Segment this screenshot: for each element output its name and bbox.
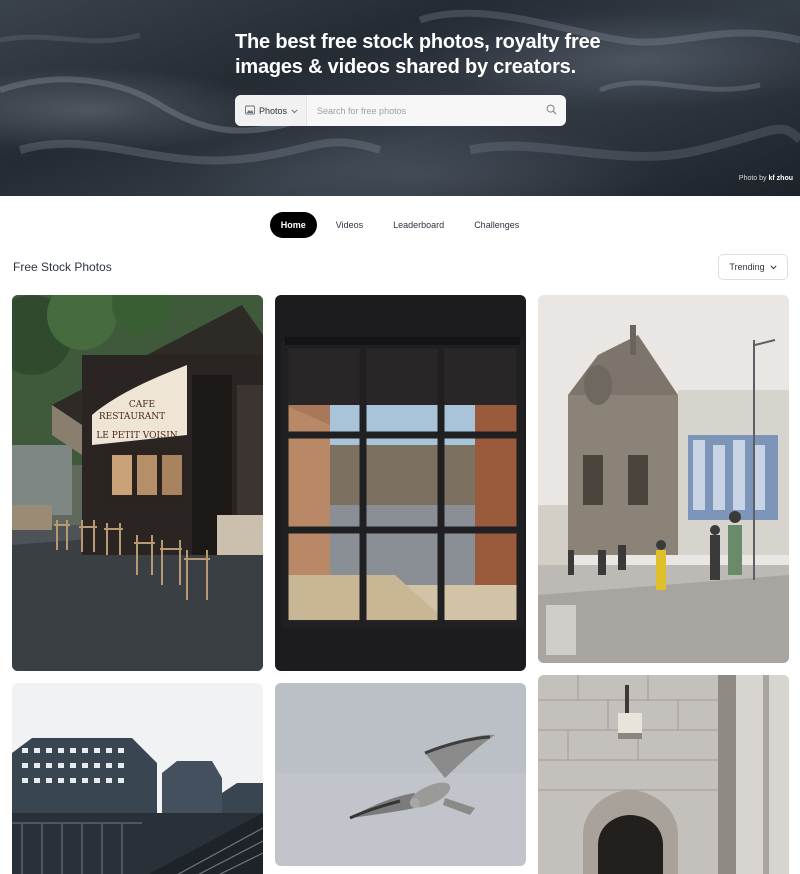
search-button[interactable] bbox=[536, 95, 566, 126]
hero-title: The best free stock photos, royalty free… bbox=[235, 30, 601, 80]
photo-modern-buildings[interactable] bbox=[12, 683, 263, 874]
search-bar: Photos bbox=[235, 95, 566, 126]
search-icon bbox=[546, 102, 557, 120]
cafe-sign-line-2: RESTAURANT bbox=[99, 412, 165, 422]
photo-church-square[interactable] bbox=[538, 295, 789, 663]
tab-videos[interactable]: Videos bbox=[325, 212, 374, 238]
hero-banner: The best free stock photos, royalty free… bbox=[0, 0, 800, 196]
photo-credit: Photo by kf zhou bbox=[739, 175, 793, 182]
photo-window-colosseum[interactable] bbox=[275, 295, 526, 671]
tab-home[interactable]: Home bbox=[269, 212, 317, 238]
tab-leaderboard[interactable]: Leaderboard bbox=[382, 212, 455, 238]
photo-cafe-terrace[interactable]: CAFE RESTAURANT LE PETIT VOISIN bbox=[12, 295, 263, 671]
photo-stone-doorway[interactable] bbox=[538, 675, 789, 874]
sort-label: Trending bbox=[729, 262, 765, 272]
section-title: Free Stock Photos bbox=[13, 260, 112, 274]
photo-credit-author[interactable]: kf zhou bbox=[769, 175, 794, 182]
search-type-label: Photos bbox=[259, 105, 288, 116]
sort-dropdown[interactable]: Trending bbox=[718, 254, 788, 280]
image-icon bbox=[245, 105, 255, 117]
tab-challenges[interactable]: Challenges bbox=[463, 212, 530, 238]
photo-credit-prefix: Photo by bbox=[738, 175, 767, 182]
search-input[interactable] bbox=[307, 95, 536, 126]
cafe-sign-line-1: CAFE bbox=[129, 400, 155, 410]
hero-title-line-2: images & videos shared by creators. bbox=[235, 56, 576, 78]
cafe-sign-line-3: LE PETIT VOISIN bbox=[96, 431, 177, 441]
photo-bird-flight[interactable] bbox=[275, 683, 526, 866]
chevron-down-icon bbox=[770, 262, 777, 272]
main-nav-tabs: Home Videos Leaderboard Challenges bbox=[0, 212, 800, 238]
hero-title-line-1: The best free stock photos, royalty free bbox=[235, 31, 601, 53]
search-type-dropdown[interactable]: Photos bbox=[235, 95, 308, 126]
chevron-down-icon bbox=[291, 106, 298, 116]
